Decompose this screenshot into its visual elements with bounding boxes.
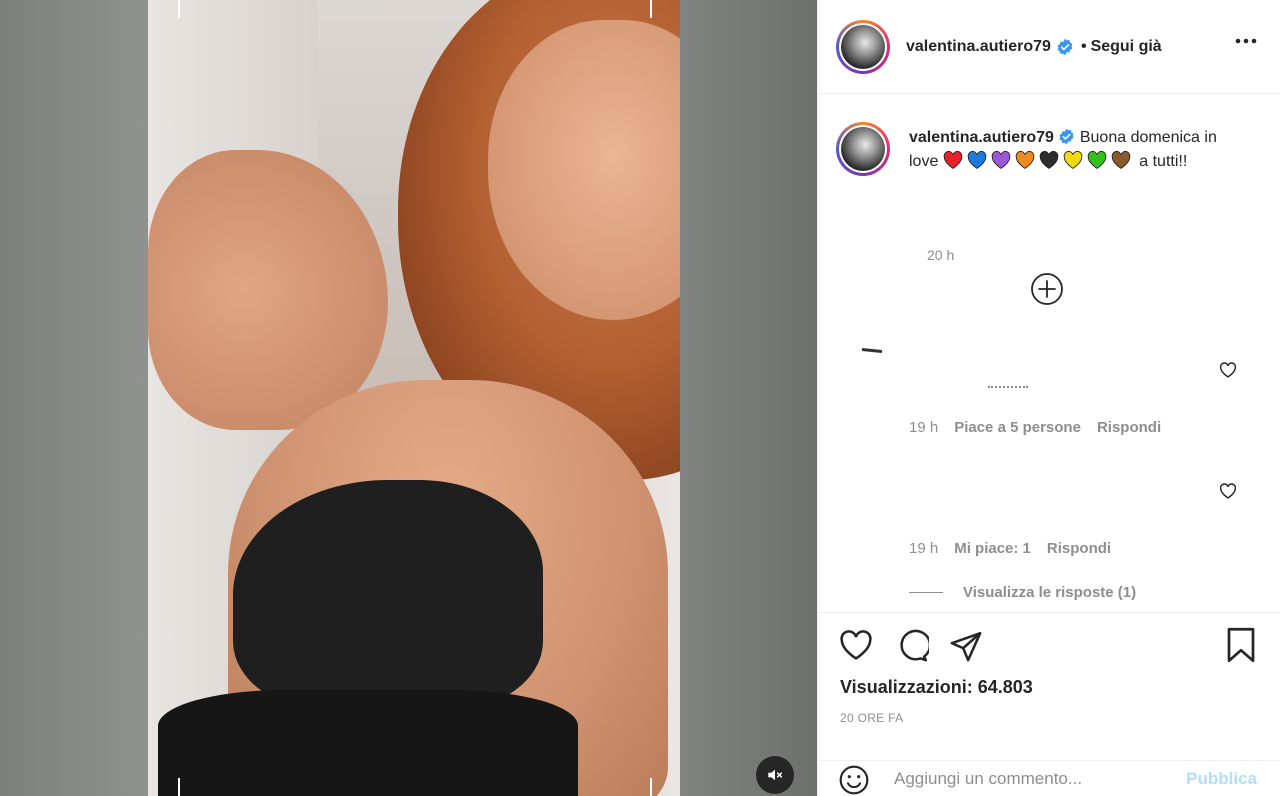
video-figure — [233, 480, 543, 710]
comment-timestamp[interactable]: 19 h — [909, 419, 938, 436]
verified-badge-icon — [1057, 38, 1073, 55]
comment-bubble-icon[interactable] — [895, 629, 929, 663]
comment-input[interactable] — [894, 765, 1164, 793]
post-header: valentina.autiero79 • Segui già — [818, 0, 1280, 94]
comment-timestamp[interactable]: 19 h — [909, 540, 938, 557]
caption-hearts — [943, 151, 1135, 170]
comment-fragment — [988, 384, 1028, 388]
speaker-muted-icon — [768, 769, 783, 781]
comment-meta: 19 h Mi piace: 1 Rispondi — [909, 540, 1111, 557]
brown-heart-icon — [1111, 151, 1131, 169]
black-heart-icon — [1039, 151, 1059, 169]
post-username[interactable]: valentina.autiero79 — [906, 38, 1051, 56]
post-actions: Visualizzazioni: 64.803 20 ORE FA — [818, 612, 1280, 760]
publish-button[interactable]: Pubblica — [1186, 769, 1257, 789]
post-timestamp[interactable]: 20 ORE FA — [840, 711, 903, 725]
post-media[interactable] — [0, 0, 817, 796]
comment-meta: 19 h Piace a 5 persone Rispondi — [909, 419, 1161, 436]
orange-heart-icon — [1015, 151, 1035, 169]
views-label: Visualizzazioni: — [840, 677, 973, 697]
avatar-frame — [839, 22, 887, 71]
yellow-heart-icon — [1063, 151, 1083, 169]
replies-divider — [909, 592, 943, 593]
load-more-comments-icon[interactable] — [1030, 272, 1064, 306]
video-figure — [148, 150, 388, 430]
caption-username[interactable]: valentina.autiero79 — [909, 129, 1054, 146]
save-bookmark-icon[interactable] — [1225, 627, 1257, 663]
caption-timestamp[interactable]: 20 h — [927, 247, 954, 263]
purple-heart-icon — [991, 151, 1011, 169]
comment-like-icon[interactable] — [1219, 483, 1237, 499]
post-side-panel: valentina.autiero79 • Segui già valentin… — [817, 0, 1280, 796]
view-replies-label: Visualizza le risposte (1) — [963, 584, 1137, 601]
video-figure — [158, 690, 578, 796]
caption-text: valentina.autiero79 Buona domenica in lo… — [909, 126, 1239, 174]
separator-dot: • — [1080, 37, 1087, 55]
comment-like-icon[interactable] — [1219, 362, 1237, 378]
views-count[interactable]: Visualizzazioni: 64.803 — [840, 677, 1033, 698]
more-options-icon[interactable] — [1235, 38, 1257, 44]
frame-corner-mark — [178, 778, 180, 796]
comment-fragment — [861, 347, 883, 354]
avatar-image — [841, 24, 885, 69]
avatar-frame — [839, 125, 887, 173]
reply-button[interactable]: Rispondi — [1097, 419, 1161, 436]
mute-button[interactable] — [756, 756, 794, 794]
blue-heart-icon — [967, 151, 987, 169]
like-heart-icon[interactable] — [839, 629, 873, 661]
green-heart-icon — [1087, 151, 1107, 169]
frame-corner-mark — [650, 778, 652, 796]
comment-likes-count[interactable]: Piace a 5 persone — [954, 419, 1081, 436]
comments-list[interactable]: valentina.autiero79 Buona domenica in lo… — [818, 95, 1280, 611]
reply-button[interactable]: Rispondi — [1047, 540, 1111, 557]
post-video[interactable] — [148, 0, 680, 796]
add-comment-bar: Pubblica — [818, 760, 1280, 796]
avatar[interactable] — [836, 19, 890, 74]
frame-corner-mark — [178, 0, 180, 18]
frame-corner-mark — [650, 0, 652, 18]
view-replies-button[interactable]: Visualizza le risposte (1) — [909, 584, 1136, 601]
emoji-smiley-icon[interactable] — [838, 764, 870, 796]
avatar-image — [841, 127, 885, 171]
caption-body-end: a tutti!! — [1139, 153, 1188, 170]
red-heart-icon — [943, 151, 963, 169]
avatar[interactable] — [836, 122, 890, 176]
comment-likes-count[interactable]: Mi piace: 1 — [954, 540, 1031, 557]
verified-badge-icon — [1059, 128, 1074, 145]
share-paper-plane-icon[interactable] — [949, 629, 983, 663]
views-value: 64.803 — [977, 677, 1033, 697]
follow-status-button[interactable]: Segui già — [1091, 38, 1162, 56]
